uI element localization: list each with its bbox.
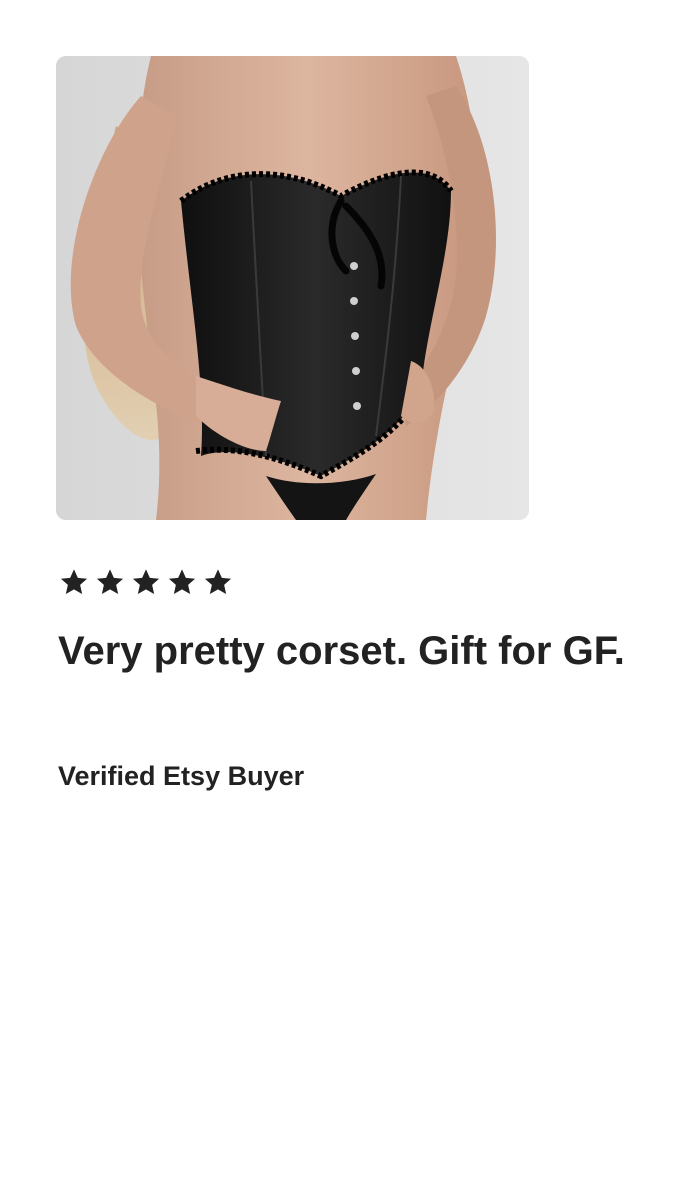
star-rating — [58, 566, 234, 598]
star-filled-icon — [60, 569, 88, 594]
reviewer-name: Verified Etsy Buyer — [58, 761, 305, 791]
star-filled-icon — [96, 569, 124, 594]
star-filled-icon — [132, 569, 160, 594]
corset-photo-illustration — [56, 56, 529, 520]
review-card: Very pretty corset. Gift for GF. Verifie… — [0, 0, 675, 1200]
star-filled-icon — [168, 569, 196, 594]
star-filled-icon — [204, 569, 232, 594]
review-text: Very pretty corset. Gift for GF. — [58, 629, 625, 673]
review-photo[interactable] — [56, 56, 529, 520]
